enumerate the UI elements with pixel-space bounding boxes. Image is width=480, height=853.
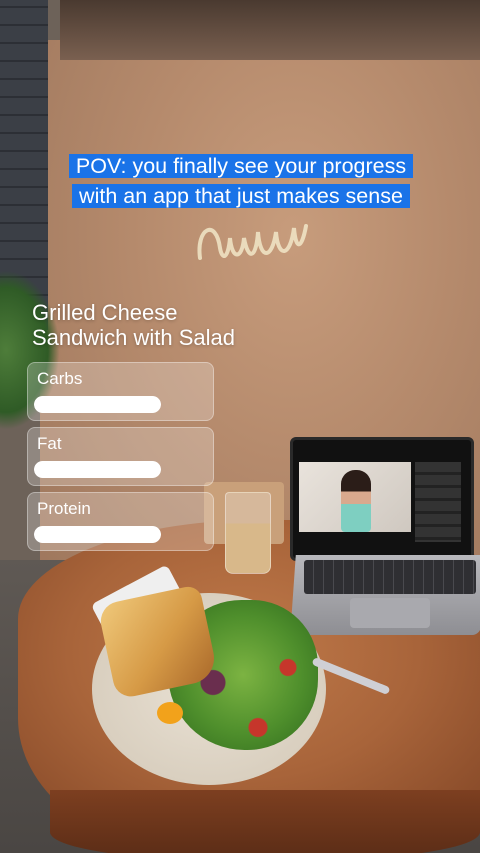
ceiling-beam — [60, 0, 480, 60]
meal-title: Grilled Cheese Sandwich with Salad — [32, 300, 292, 350]
macro-bar-carbs — [34, 396, 161, 413]
meal-title-line-1: Grilled Cheese — [32, 300, 178, 325]
iced-coffee-glass — [225, 492, 271, 574]
laptop-screen — [290, 437, 474, 561]
video-person — [341, 470, 371, 532]
macro-fill-fat — [34, 461, 161, 478]
macro-label-protein: Protein — [37, 499, 91, 518]
macro-bar-protein — [34, 526, 161, 543]
macro-card-protein: Protein — [27, 492, 214, 551]
laptop-trackpad — [350, 598, 430, 628]
macro-label-fat: Fat — [37, 434, 62, 453]
macro-card-carbs: Carbs — [27, 362, 214, 421]
caption-line-2: with an app that just makes sense — [72, 184, 410, 208]
laptop-video — [299, 462, 411, 532]
macro-bar-fat — [34, 461, 161, 478]
macro-fill-protein — [34, 526, 161, 543]
macro-card-fat: Fat — [27, 427, 214, 486]
pov-caption: POV: you finally see your progress with … — [40, 151, 442, 211]
yellow-tomato — [157, 702, 183, 724]
macro-label-carbs: Carbs — [37, 369, 83, 388]
laptop-sidebar — [415, 462, 461, 542]
neon-sign-decoration — [197, 224, 308, 260]
table-edge — [50, 790, 480, 853]
laptop-keyboard — [304, 560, 476, 594]
caption-line-1: POV: you finally see your progress — [68, 154, 414, 178]
macro-fill-carbs — [34, 396, 161, 413]
meal-title-line-2: Sandwich with Salad — [32, 325, 236, 350]
